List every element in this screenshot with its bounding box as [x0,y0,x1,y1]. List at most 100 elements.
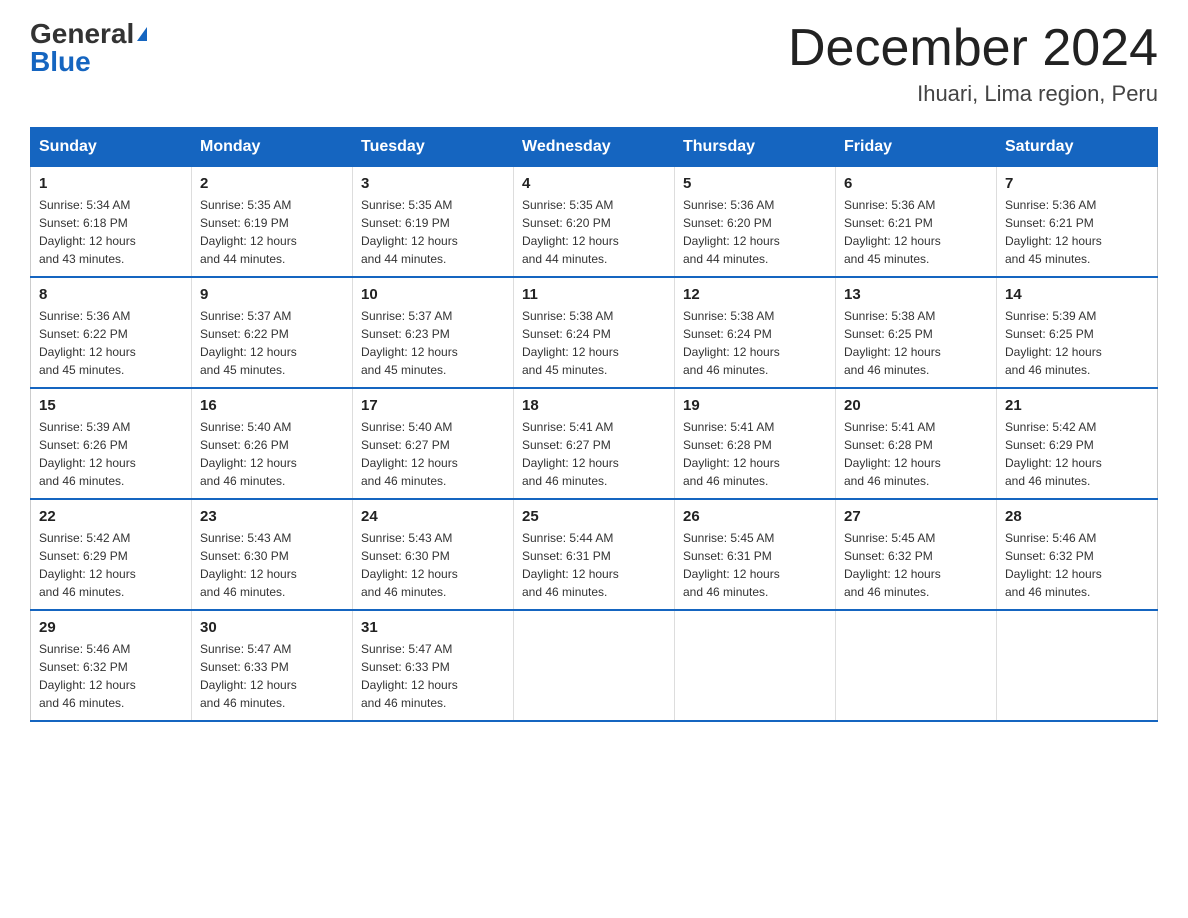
logo-general-text: General [30,18,147,49]
table-row: 2 Sunrise: 5:35 AMSunset: 6:19 PMDayligh… [192,167,353,278]
day-number: 13 [844,286,988,303]
day-number: 14 [1005,286,1149,303]
day-number: 20 [844,397,988,414]
day-info: Sunrise: 5:37 AMSunset: 6:23 PMDaylight:… [361,309,458,377]
day-info: Sunrise: 5:37 AMSunset: 6:22 PMDaylight:… [200,309,297,377]
table-row: 27 Sunrise: 5:45 AMSunset: 6:32 PMDaylig… [836,499,997,610]
day-number: 24 [361,508,505,525]
day-info: Sunrise: 5:36 AMSunset: 6:21 PMDaylight:… [844,198,941,266]
table-row: 3 Sunrise: 5:35 AMSunset: 6:19 PMDayligh… [353,167,514,278]
table-row: 13 Sunrise: 5:38 AMSunset: 6:25 PMDaylig… [836,277,997,388]
location-title: Ihuari, Lima region, Peru [788,81,1158,107]
calendar-table: Sunday Monday Tuesday Wednesday Thursday… [30,127,1158,722]
table-row: 15 Sunrise: 5:39 AMSunset: 6:26 PMDaylig… [31,388,192,499]
day-number: 7 [1005,175,1149,192]
day-info: Sunrise: 5:42 AMSunset: 6:29 PMDaylight:… [1005,420,1102,488]
table-row: 24 Sunrise: 5:43 AMSunset: 6:30 PMDaylig… [353,499,514,610]
day-number: 15 [39,397,183,414]
day-info: Sunrise: 5:46 AMSunset: 6:32 PMDaylight:… [39,642,136,710]
table-row: 25 Sunrise: 5:44 AMSunset: 6:31 PMDaylig… [514,499,675,610]
header-sunday: Sunday [31,128,192,167]
day-info: Sunrise: 5:40 AMSunset: 6:26 PMDaylight:… [200,420,297,488]
table-row [836,610,997,721]
day-number: 21 [1005,397,1149,414]
day-info: Sunrise: 5:41 AMSunset: 6:28 PMDaylight:… [844,420,941,488]
day-number: 31 [361,619,505,636]
day-info: Sunrise: 5:34 AMSunset: 6:18 PMDaylight:… [39,198,136,266]
table-row: 18 Sunrise: 5:41 AMSunset: 6:27 PMDaylig… [514,388,675,499]
table-row: 4 Sunrise: 5:35 AMSunset: 6:20 PMDayligh… [514,167,675,278]
day-info: Sunrise: 5:35 AMSunset: 6:19 PMDaylight:… [361,198,458,266]
month-title: December 2024 [788,20,1158,77]
day-number: 2 [200,175,344,192]
calendar-week-row: 8 Sunrise: 5:36 AMSunset: 6:22 PMDayligh… [31,277,1158,388]
calendar-week-row: 22 Sunrise: 5:42 AMSunset: 6:29 PMDaylig… [31,499,1158,610]
page-header: General Blue December 2024 Ihuari, Lima … [30,20,1158,107]
day-info: Sunrise: 5:38 AMSunset: 6:24 PMDaylight:… [522,309,619,377]
header-friday: Friday [836,128,997,167]
table-row: 28 Sunrise: 5:46 AMSunset: 6:32 PMDaylig… [997,499,1158,610]
day-number: 17 [361,397,505,414]
table-row: 12 Sunrise: 5:38 AMSunset: 6:24 PMDaylig… [675,277,836,388]
logo: General Blue [30,20,147,76]
title-section: December 2024 Ihuari, Lima region, Peru [788,20,1158,107]
table-row: 23 Sunrise: 5:43 AMSunset: 6:30 PMDaylig… [192,499,353,610]
day-number: 18 [522,397,666,414]
table-row: 7 Sunrise: 5:36 AMSunset: 6:21 PMDayligh… [997,167,1158,278]
day-number: 8 [39,286,183,303]
day-number: 10 [361,286,505,303]
day-info: Sunrise: 5:36 AMSunset: 6:21 PMDaylight:… [1005,198,1102,266]
logo-triangle-icon [137,27,147,41]
table-row: 8 Sunrise: 5:36 AMSunset: 6:22 PMDayligh… [31,277,192,388]
calendar-week-row: 15 Sunrise: 5:39 AMSunset: 6:26 PMDaylig… [31,388,1158,499]
logo-blue-row: Blue [30,48,91,76]
header-thursday: Thursday [675,128,836,167]
table-row: 14 Sunrise: 5:39 AMSunset: 6:25 PMDaylig… [997,277,1158,388]
table-row: 26 Sunrise: 5:45 AMSunset: 6:31 PMDaylig… [675,499,836,610]
table-row: 5 Sunrise: 5:36 AMSunset: 6:20 PMDayligh… [675,167,836,278]
day-info: Sunrise: 5:41 AMSunset: 6:27 PMDaylight:… [522,420,619,488]
day-number: 12 [683,286,827,303]
day-number: 30 [200,619,344,636]
day-number: 16 [200,397,344,414]
table-row: 10 Sunrise: 5:37 AMSunset: 6:23 PMDaylig… [353,277,514,388]
day-number: 29 [39,619,183,636]
day-number: 5 [683,175,827,192]
table-row: 16 Sunrise: 5:40 AMSunset: 6:26 PMDaylig… [192,388,353,499]
day-info: Sunrise: 5:38 AMSunset: 6:24 PMDaylight:… [683,309,780,377]
day-number: 27 [844,508,988,525]
day-info: Sunrise: 5:36 AMSunset: 6:22 PMDaylight:… [39,309,136,377]
day-info: Sunrise: 5:43 AMSunset: 6:30 PMDaylight:… [200,531,297,599]
table-row: 31 Sunrise: 5:47 AMSunset: 6:33 PMDaylig… [353,610,514,721]
calendar-week-row: 1 Sunrise: 5:34 AMSunset: 6:18 PMDayligh… [31,167,1158,278]
table-row: 30 Sunrise: 5:47 AMSunset: 6:33 PMDaylig… [192,610,353,721]
table-row: 6 Sunrise: 5:36 AMSunset: 6:21 PMDayligh… [836,167,997,278]
day-info: Sunrise: 5:35 AMSunset: 6:20 PMDaylight:… [522,198,619,266]
day-info: Sunrise: 5:45 AMSunset: 6:32 PMDaylight:… [844,531,941,599]
day-number: 26 [683,508,827,525]
day-info: Sunrise: 5:35 AMSunset: 6:19 PMDaylight:… [200,198,297,266]
day-info: Sunrise: 5:44 AMSunset: 6:31 PMDaylight:… [522,531,619,599]
day-number: 25 [522,508,666,525]
table-row: 19 Sunrise: 5:41 AMSunset: 6:28 PMDaylig… [675,388,836,499]
day-number: 22 [39,508,183,525]
table-row [675,610,836,721]
day-info: Sunrise: 5:39 AMSunset: 6:26 PMDaylight:… [39,420,136,488]
day-number: 1 [39,175,183,192]
table-row: 22 Sunrise: 5:42 AMSunset: 6:29 PMDaylig… [31,499,192,610]
table-row [997,610,1158,721]
day-number: 28 [1005,508,1149,525]
day-info: Sunrise: 5:41 AMSunset: 6:28 PMDaylight:… [683,420,780,488]
table-row [514,610,675,721]
day-info: Sunrise: 5:47 AMSunset: 6:33 PMDaylight:… [200,642,297,710]
calendar-header-row: Sunday Monday Tuesday Wednesday Thursday… [31,128,1158,167]
table-row: 1 Sunrise: 5:34 AMSunset: 6:18 PMDayligh… [31,167,192,278]
day-info: Sunrise: 5:46 AMSunset: 6:32 PMDaylight:… [1005,531,1102,599]
day-number: 11 [522,286,666,303]
day-number: 23 [200,508,344,525]
calendar-week-row: 29 Sunrise: 5:46 AMSunset: 6:32 PMDaylig… [31,610,1158,721]
day-info: Sunrise: 5:40 AMSunset: 6:27 PMDaylight:… [361,420,458,488]
header-saturday: Saturday [997,128,1158,167]
header-tuesday: Tuesday [353,128,514,167]
logo-blue-text: Blue [30,46,91,77]
